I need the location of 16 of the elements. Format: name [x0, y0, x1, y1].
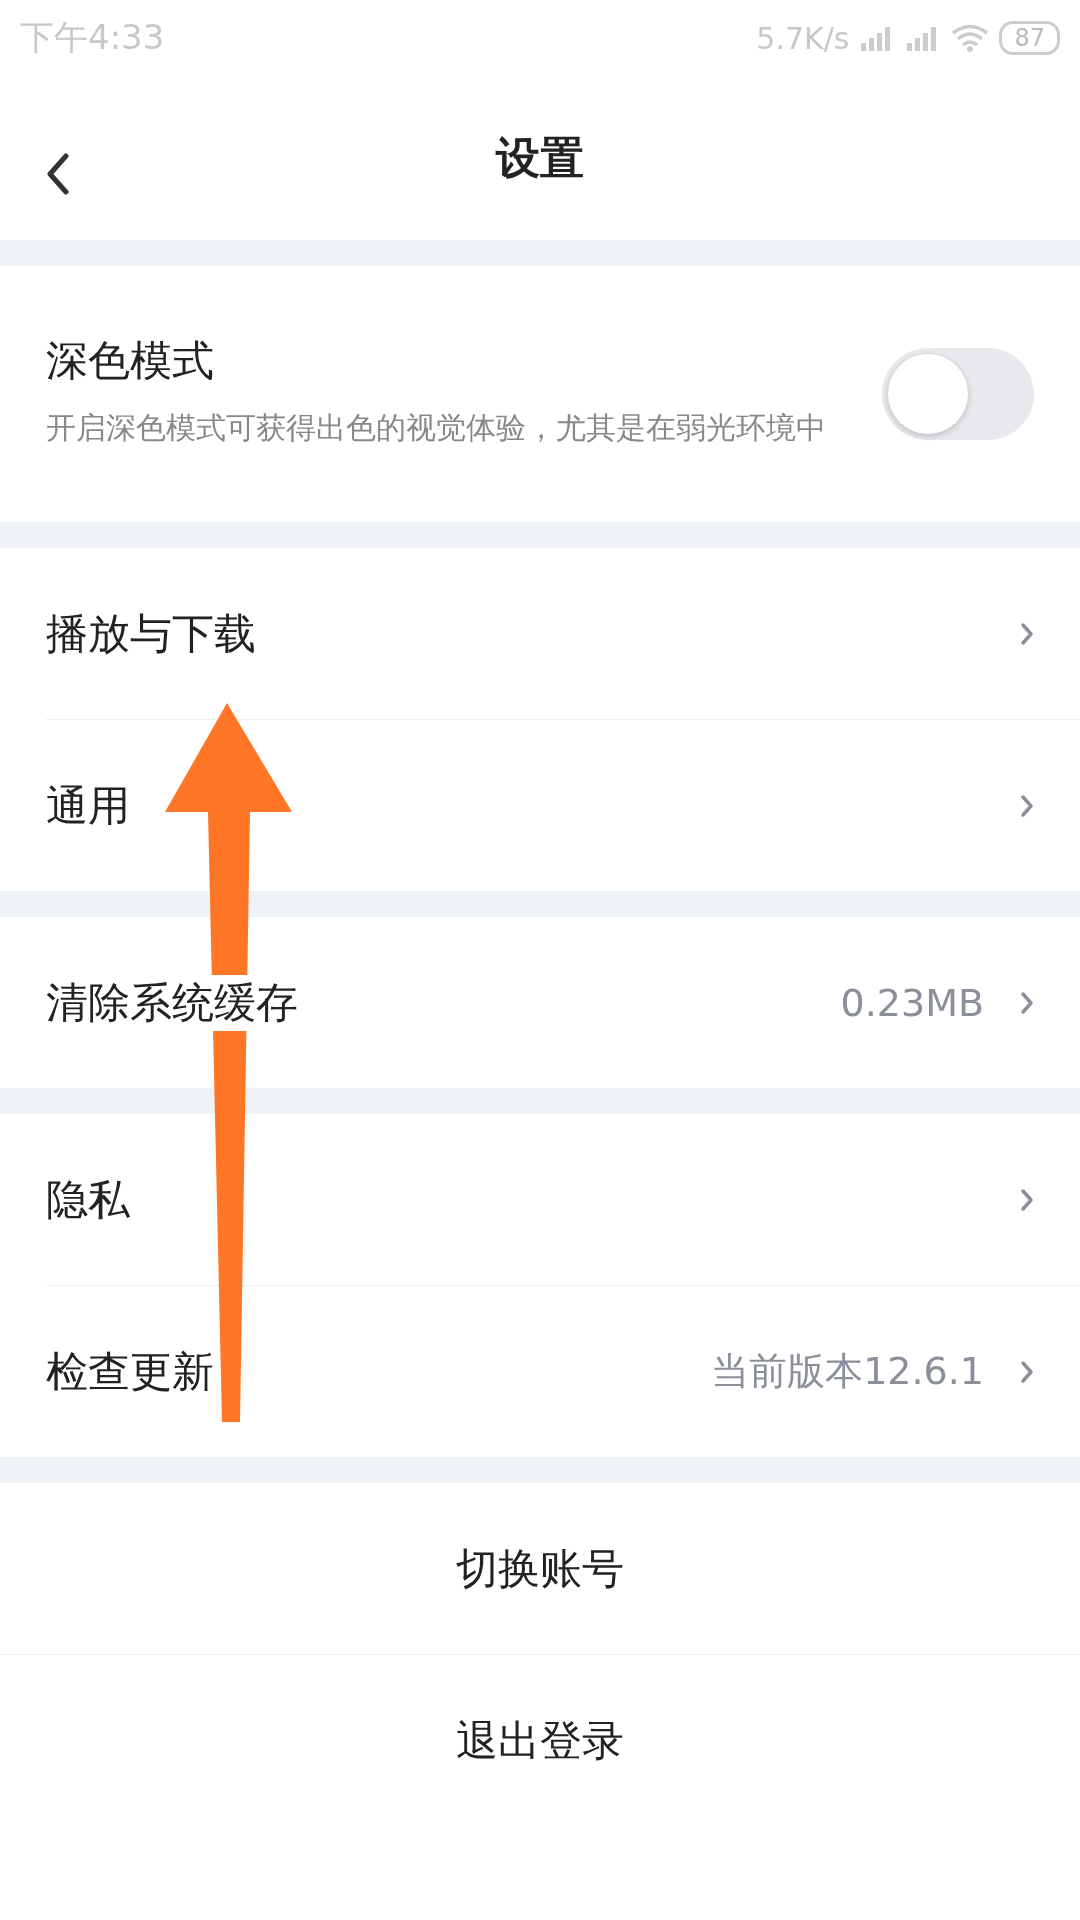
chevron-icon — [1020, 990, 1034, 1015]
chevron-icon — [1020, 621, 1034, 646]
battery-level: 87 — [999, 21, 1060, 55]
page-title: 设置 — [496, 130, 584, 185]
chevron-icon — [1020, 1187, 1034, 1212]
chevron-icon — [1020, 1359, 1034, 1384]
settings-row[interactable]: 清除系统缓存 0.23MB — [0, 917, 1080, 1088]
setting-value: 0.23MB — [840, 980, 984, 1025]
chevron-icon — [1020, 793, 1034, 818]
setting-label: 清除系统缓存 — [46, 974, 298, 1031]
wifi-icon — [951, 24, 990, 52]
back-icon[interactable] — [46, 153, 70, 195]
settings-row[interactable]: 播放与下载 — [0, 548, 1080, 719]
setting-value: 当前版本12.6.1 — [711, 1348, 984, 1395]
setting-description: 开启深色模式可获得出色的视觉体验，尤其是在弱光环境中 — [46, 409, 827, 447]
setting-label: 深色模式 — [46, 335, 215, 387]
